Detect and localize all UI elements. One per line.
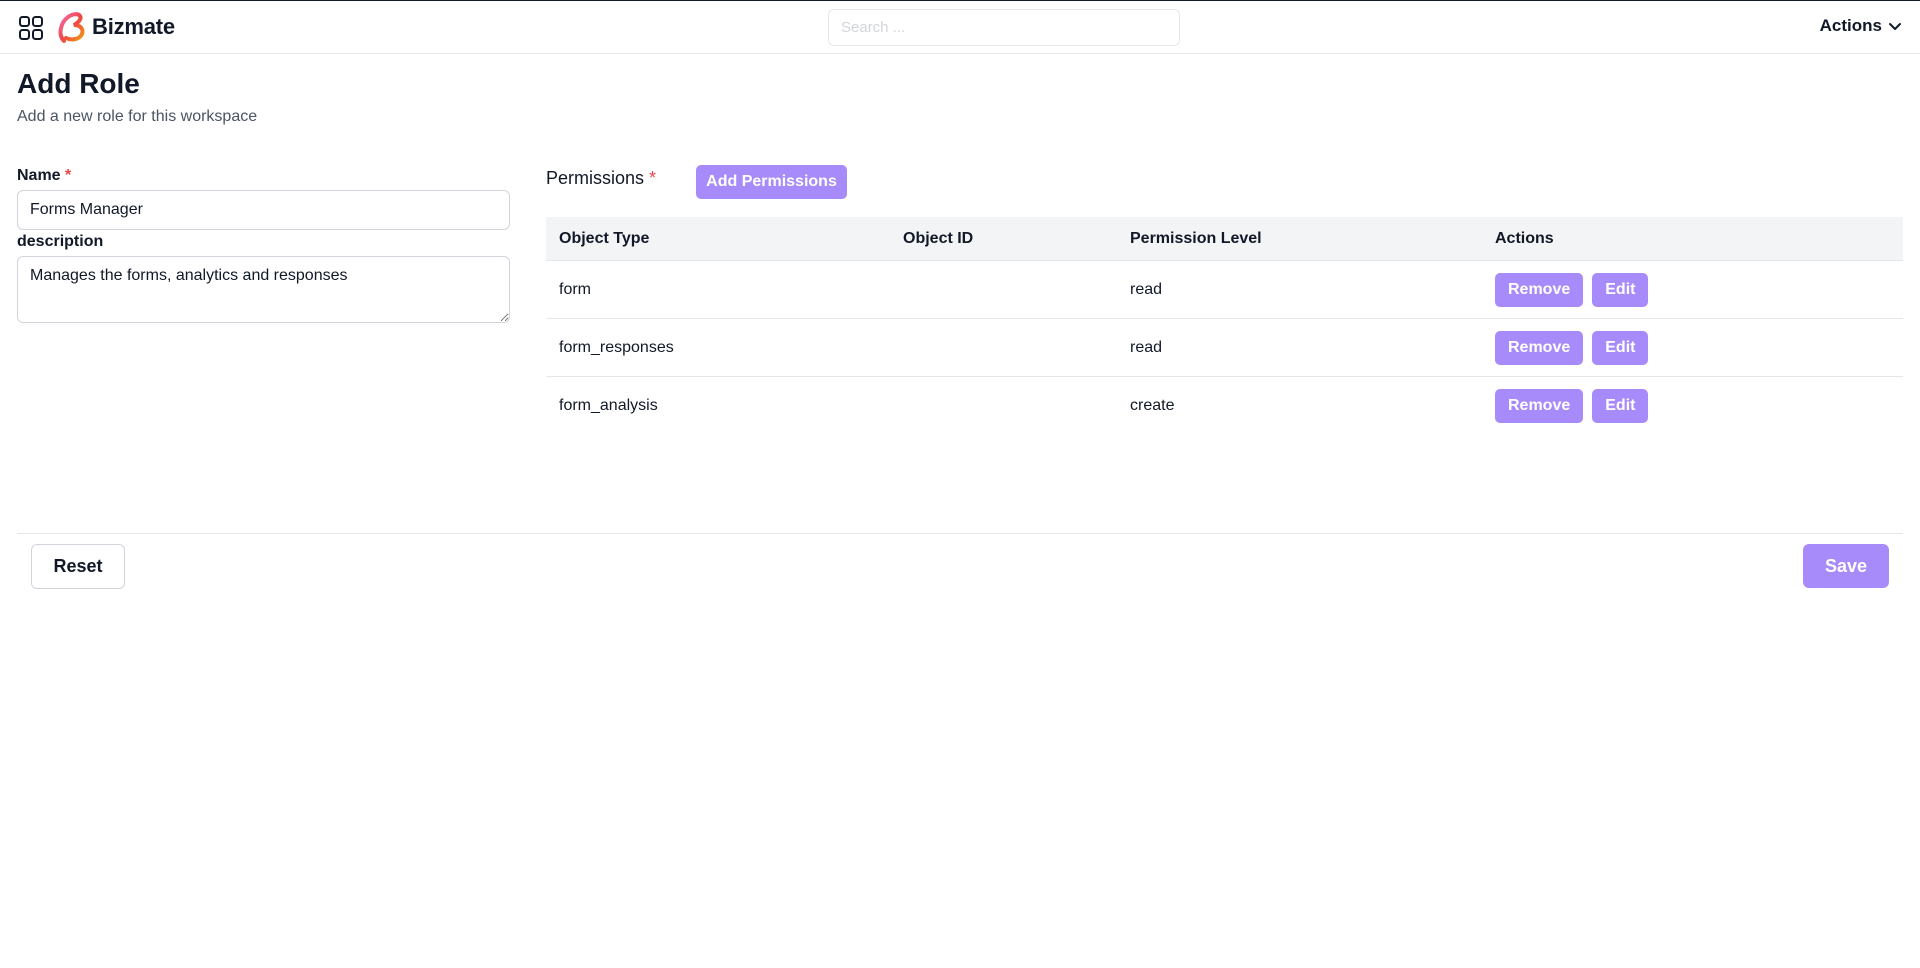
cell-actions: Remove Edit	[1482, 272, 1903, 307]
name-label: Name *	[17, 167, 71, 185]
cell-permission-level: read	[1130, 280, 1163, 298]
chevron-down-icon	[1889, 23, 1901, 30]
column-header-actions: Actions	[1495, 229, 1554, 247]
apps-grid-icon[interactable]	[18, 15, 44, 41]
page-subtitle: Add a new role for this workspace	[17, 108, 258, 125]
table-header: Object Type Object ID Permission Level A…	[546, 217, 1903, 261]
brand-name: Bizmate	[92, 14, 175, 39]
description-label: description	[17, 233, 104, 250]
cell-object-type: form_analysis	[559, 397, 658, 414]
edit-button[interactable]: Edit	[1592, 389, 1649, 423]
permissions-required-marker: *	[649, 168, 657, 188]
top-navbar: Bizmate Actions	[0, 0, 1920, 54]
actions-label: Actions	[1819, 16, 1882, 35]
permissions-label-text: Permissions	[546, 168, 645, 188]
reset-button[interactable]: Reset	[31, 544, 125, 589]
search-input[interactable]	[828, 9, 1180, 46]
cell-permission-level: create	[1130, 397, 1175, 414]
permissions-label: Permissions *	[546, 168, 656, 189]
name-required-marker: *	[65, 167, 72, 184]
column-header-object-type: Object Type	[559, 229, 650, 247]
cell-object-type: form_responses	[559, 338, 674, 356]
description-textarea[interactable]: Manages the forms, analytics and respons…	[17, 256, 510, 323]
column-header-permission-level: Permission Level	[1130, 229, 1262, 247]
name-input[interactable]	[17, 190, 510, 230]
table-row: form read Remove Edit	[546, 261, 1903, 319]
cell-actions: Remove Edit	[1482, 330, 1903, 365]
edit-button[interactable]: Edit	[1592, 330, 1649, 365]
page-title: Add Role	[17, 68, 140, 99]
table-row: form_analysis create Remove Edit	[546, 377, 1903, 435]
save-button[interactable]: Save	[1803, 544, 1889, 588]
remove-button[interactable]: Remove	[1495, 389, 1584, 423]
remove-button[interactable]: Remove	[1495, 330, 1584, 365]
column-header-object-id: Object ID	[903, 229, 974, 247]
cell-permission-level: read	[1130, 338, 1163, 356]
table-row: form_responses read Remove Edit	[546, 319, 1903, 377]
actions-dropdown[interactable]: Actions	[1820, 16, 1902, 36]
cell-object-type: form	[559, 280, 591, 298]
cell-actions: Remove Edit	[1482, 389, 1903, 423]
permissions-table: Object Type Object ID Permission Level A…	[546, 217, 1903, 435]
bizmate-logo-icon	[58, 12, 85, 43]
name-label-text: Name	[17, 167, 61, 184]
remove-button[interactable]: Remove	[1495, 272, 1584, 307]
edit-button[interactable]: Edit	[1592, 272, 1649, 307]
footer-divider	[17, 533, 1903, 534]
add-permissions-button[interactable]: Add Permissions	[696, 165, 847, 199]
